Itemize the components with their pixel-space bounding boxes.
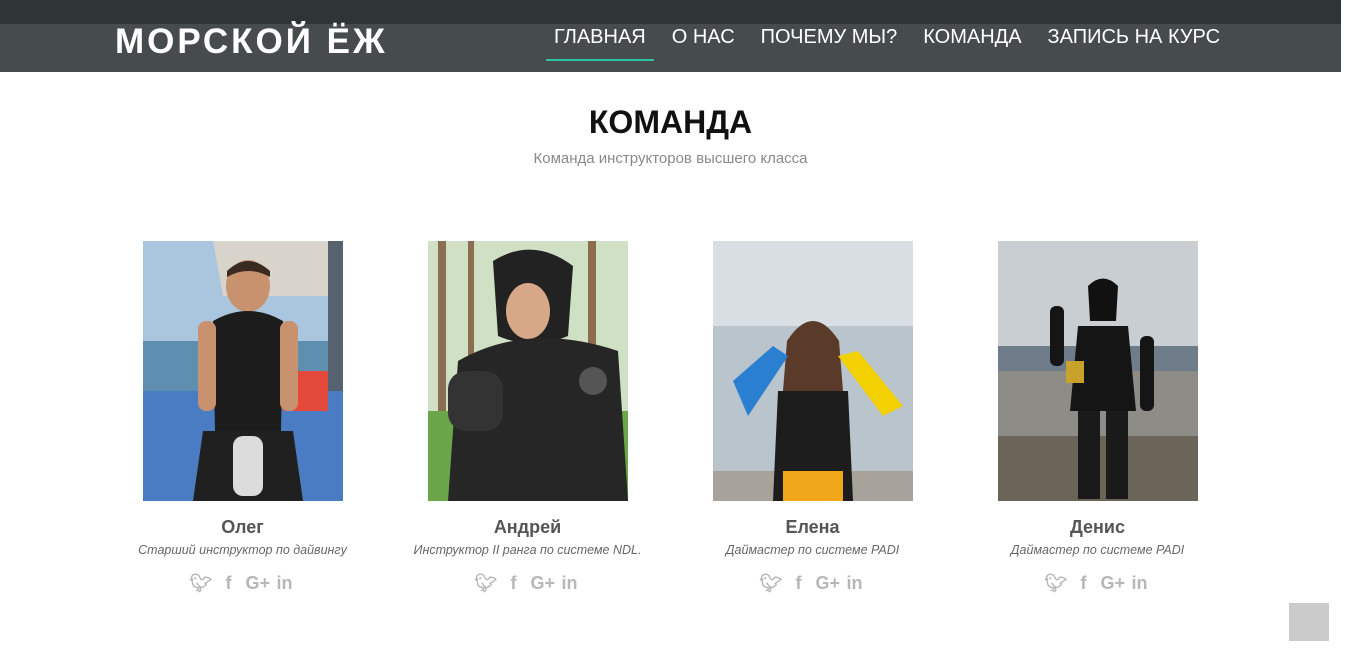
team-photo-andrey <box>427 241 628 501</box>
linkedin-icon[interactable]: in <box>274 573 296 594</box>
section-title: КОМАНДА <box>588 104 753 140</box>
scroll-to-top-button[interactable] <box>1289 603 1329 641</box>
linkedin-icon[interactable]: in <box>559 573 581 594</box>
linkedin-icon[interactable]: in <box>1129 573 1151 594</box>
team-card: Елена Даймастер по системе PADI 🐦︎ f G+ … <box>670 241 955 594</box>
google-plus-icon[interactable]: G+ <box>531 573 556 594</box>
google-plus-icon[interactable]: G+ <box>246 573 271 594</box>
google-plus-icon[interactable]: G+ <box>816 573 841 594</box>
twitter-icon[interactable]: 🐦︎ <box>1045 573 1068 594</box>
twitter-icon[interactable]: 🐦︎ <box>475 573 498 594</box>
member-role: Старший инструктор по дайвингу <box>138 543 347 557</box>
team-photo-oleg <box>142 241 343 501</box>
google-plus-icon[interactable]: G+ <box>1101 573 1126 594</box>
social-links: 🐦︎ f G+ in <box>385 573 670 594</box>
team-card: Андрей Инструктор II ранга по системе ND… <box>385 241 670 594</box>
nav-team[interactable]: КОМАНДА <box>923 20 1021 60</box>
brand-logo[interactable]: МОРСКОЙ ЁЖ <box>115 20 388 64</box>
facebook-icon[interactable]: f <box>788 573 810 594</box>
team-photo-denis <box>997 241 1198 501</box>
main-nav: ГЛАВНАЯ О НАС ПОЧЕМУ МЫ? КОМАНДА ЗАПИСЬ … <box>546 20 1246 61</box>
facebook-icon[interactable]: f <box>218 573 240 594</box>
member-name: Денис <box>1069 517 1125 537</box>
member-name: Олег <box>221 517 264 537</box>
nav-home[interactable]: ГЛАВНАЯ <box>546 20 654 61</box>
social-links: 🐦︎ f G+ in <box>955 573 1240 594</box>
nav-why-us[interactable]: ПОЧЕМУ МЫ? <box>761 20 898 60</box>
member-role: Даймастер по системе PADI <box>1010 543 1185 557</box>
twitter-icon[interactable]: 🐦︎ <box>190 573 213 594</box>
facebook-icon[interactable]: f <box>503 573 525 594</box>
facebook-icon[interactable]: f <box>1073 573 1095 594</box>
twitter-icon[interactable]: 🐦︎ <box>760 573 783 594</box>
nav-signup[interactable]: ЗАПИСЬ НА КУРС <box>1048 20 1221 60</box>
member-role: Инструктор II ранга по системе NDL. <box>413 543 642 557</box>
member-name: Андрей <box>493 517 562 537</box>
member-name: Елена <box>785 517 840 537</box>
member-role: Даймастер по системе PADI <box>725 543 900 557</box>
social-links: 🐦︎ f G+ in <box>670 573 955 594</box>
section-subtitle: Команда инструкторов высшего класса <box>533 150 808 167</box>
team-card: Олег Старший инструктор по дайвингу 🐦︎ f… <box>100 241 385 594</box>
nav-about[interactable]: О НАС <box>672 20 735 60</box>
team-card: Денис Даймастер по системе PADI 🐦︎ f G+ … <box>955 241 1240 594</box>
team-photo-elena <box>712 241 913 501</box>
social-links: 🐦︎ f G+ in <box>100 573 385 594</box>
linkedin-icon[interactable]: in <box>844 573 866 594</box>
